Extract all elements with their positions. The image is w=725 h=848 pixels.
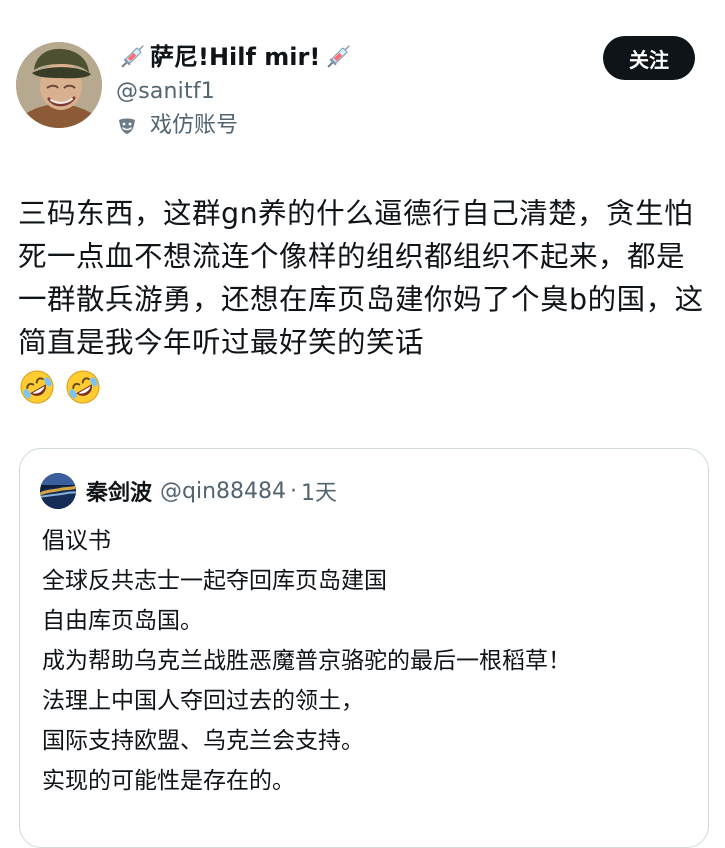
quoted-post-header: 秦剑波 @qin88484 · 1天 (40, 473, 337, 509)
soldier-helmet-avatar-icon (16, 42, 102, 128)
author-handle[interactable]: @sanitf1 (116, 78, 585, 106)
post-body: 三码东西，这群gn养的什么逼德行自己清楚，贪生怕死一点血不想流连个像样的组织都组… (18, 192, 708, 406)
post-text: 三码东西，这群gn养的什么逼德行自己清楚，贪生怕死一点血不想流连个像样的组织都组… (18, 197, 704, 359)
quoted-post-card[interactable]: 秦剑波 @qin88484 · 1天 倡议书 全球反共志士一起夺回库页岛建国 自… (19, 448, 709, 848)
quoted-post-line: 全球反共志士一起夺回库页岛建国 (42, 568, 387, 594)
quoted-post-separator: · (290, 478, 298, 504)
follow-button[interactable]: 关注 (603, 36, 695, 80)
quoted-author-handle[interactable]: @qin88484 (160, 479, 286, 504)
author-display-name[interactable]: 萨尼!Hilf mir! (150, 45, 320, 69)
mask-icon (119, 118, 135, 134)
display-name-row[interactable]: 萨尼!Hilf mir! (116, 38, 585, 76)
quoted-post-line: 成为帮助乌克兰战胜恶魔普京骆驼的最后一根稻草！ (42, 648, 571, 674)
syringe-icon (327, 45, 351, 68)
quoted-author-avatar[interactable] (40, 473, 76, 509)
quoted-post-body: 倡议书 全球反共志士一起夺回库页岛建国 自由库页岛国。 成为帮助乌克兰战胜恶魔普… (42, 521, 692, 801)
rolling-on-the-floor-laughing-icon (66, 370, 100, 404)
post-emoji-row (18, 368, 708, 406)
author-header: 萨尼!Hilf mir! @sanitf1 戏仿账号 (116, 38, 585, 140)
quoted-author-name[interactable]: 秦剑波 (86, 475, 152, 507)
syringe-icon (121, 45, 144, 68)
account-label-row: 戏仿账号 (116, 112, 585, 140)
quoted-post-timestamp[interactable]: 1天 (301, 475, 337, 507)
author-avatar[interactable] (16, 42, 102, 128)
quoted-post-line: 国际支持欧盟、乌克兰会支持。 (42, 728, 364, 754)
account-label: 戏仿账号 (150, 113, 239, 138)
landscape-avatar-icon (40, 473, 76, 509)
quoted-post-line: 自由库页岛国。 (42, 608, 203, 634)
quoted-post-line: 法理上中国人夺回过去的领土， (42, 688, 364, 714)
quoted-post-line: 倡议书 (42, 528, 111, 554)
quoted-post-line: 实现的可能性是存在的。 (42, 768, 295, 794)
rolling-on-the-floor-laughing-icon (20, 370, 54, 404)
